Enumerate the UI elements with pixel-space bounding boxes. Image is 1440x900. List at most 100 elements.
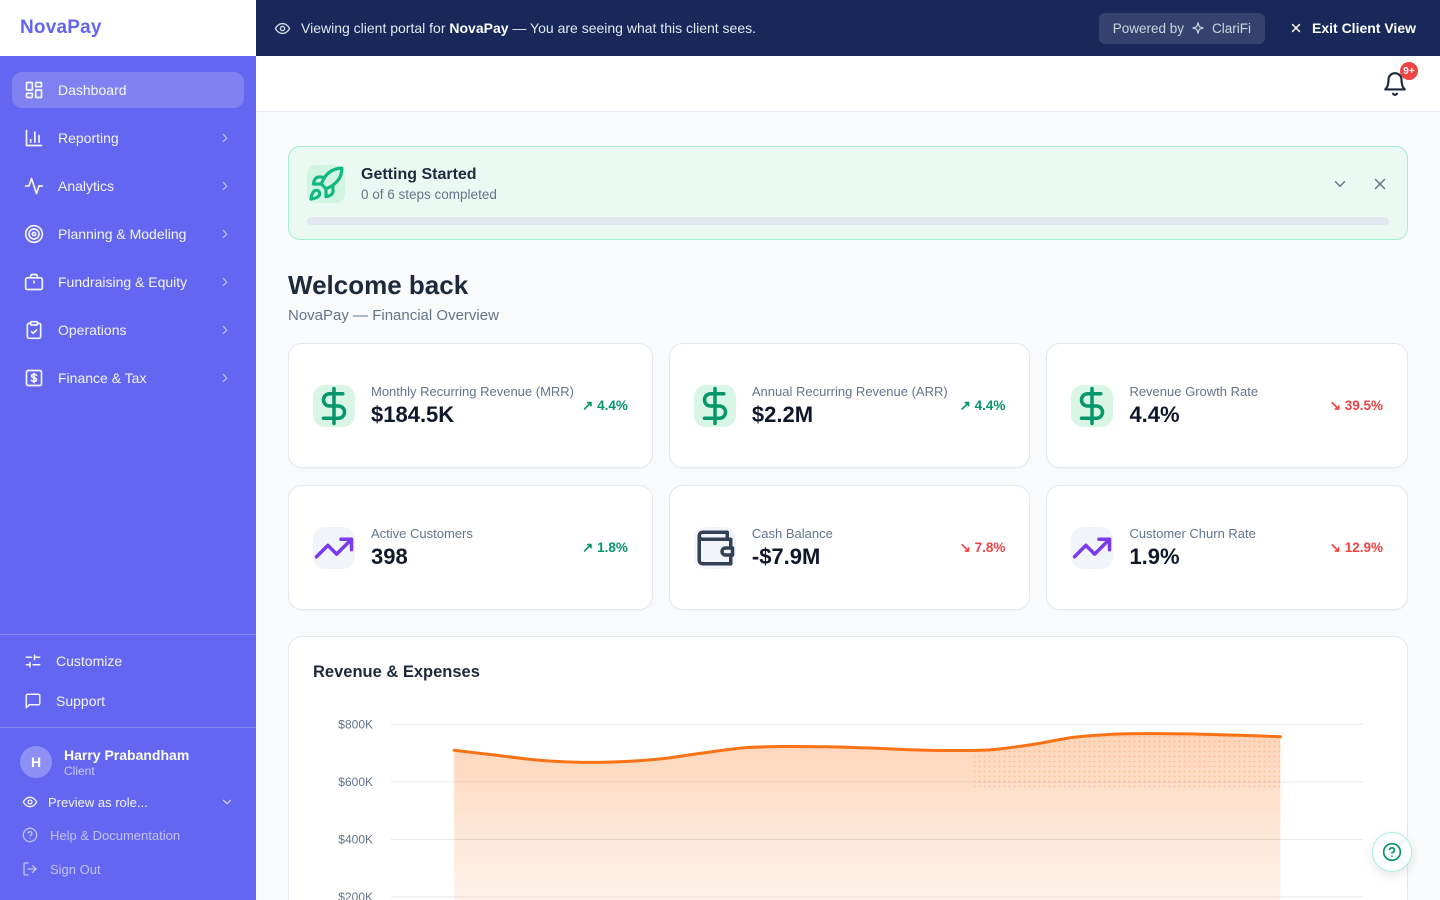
trending-up-icon — [313, 526, 355, 569]
kpi-label: Cash Balance — [751, 525, 833, 541]
kpi-label: Customer Churn Rate — [1129, 525, 1256, 541]
sidebar-item-analytics[interactable]: Analytics — [12, 168, 244, 204]
banner-message: Viewing client portal for NovaPay — You … — [301, 20, 757, 36]
divider — [0, 634, 256, 635]
sidebar-item-label: Dashboard — [58, 82, 127, 98]
trend-up-icon: ↗ — [582, 397, 594, 413]
main-content: Getting Started 0 of 6 steps completed W… — [256, 112, 1440, 900]
kpi-value: $2.2M — [751, 401, 814, 427]
kpi-card-churn-rate: Customer Churn Rate 1.9% ↘ 12.9% — [1046, 485, 1408, 610]
kpi-label: Monthly Recurring Revenue (MRR) — [371, 383, 575, 399]
kpi-label: Active Customers — [371, 525, 473, 541]
trend-down-icon: ↘ — [1329, 397, 1341, 413]
sidebar-item-label: Sign Out — [50, 861, 101, 877]
sidebar-item-label: Finance & Tax — [58, 370, 147, 386]
bar-chart-icon — [24, 128, 44, 148]
dashboard-grid-icon — [24, 80, 44, 100]
close-icon — [1289, 21, 1303, 35]
kpi-delta: ↗ 4.4% — [582, 397, 628, 413]
dollar-square-icon — [24, 368, 44, 388]
sidebar-item-label: Planning & Modeling — [58, 226, 187, 242]
page-title: Welcome back — [288, 270, 469, 300]
logout-icon — [22, 861, 38, 877]
kpi-value: -$7.9M — [751, 543, 821, 569]
page-subtitle: NovaPay — Financial Overview — [288, 307, 499, 324]
getting-started-title: Getting Started — [361, 166, 477, 183]
sidebar-item-label: Help & Documentation — [50, 827, 181, 843]
sidebar: NovaPay Dashboard Reporting Analytics Pl… — [0, 0, 256, 900]
dollar-icon — [693, 384, 736, 427]
sidebar-logo-area: NovaPay — [0, 0, 256, 56]
avatar: H — [20, 746, 52, 778]
client-view-banner: Viewing client portal for NovaPay — You … — [256, 0, 1440, 56]
powered-by-badge: Powered by ClariFi — [1098, 12, 1265, 44]
chevron-right-icon — [218, 275, 232, 289]
kpi-value: $184.5K — [371, 401, 455, 427]
preview-as-role-select[interactable]: Preview as role... — [12, 786, 244, 818]
sidebar-item-operations[interactable]: Operations — [12, 312, 244, 348]
sidebar-item-support[interactable]: Support — [12, 683, 244, 719]
svg-text:$200K: $200K — [338, 890, 373, 900]
divider — [0, 727, 256, 728]
briefcase-icon — [24, 272, 44, 292]
kpi-delta: ↘ 39.5% — [1329, 397, 1383, 413]
kpi-card-revenue-growth: Revenue Growth Rate 4.4% ↘ 39.5% — [1046, 343, 1408, 468]
sidebar-item-label: Analytics — [58, 178, 115, 194]
eye-icon — [22, 794, 38, 810]
collapse-button[interactable] — [1331, 175, 1349, 193]
kpi-value: 1.9% — [1129, 543, 1180, 569]
close-icon — [1374, 178, 1386, 190]
sidebar-nav: Dashboard Reporting Analytics Planning &… — [0, 56, 256, 396]
notification-count-badge: 9+ — [1400, 62, 1418, 80]
kpi-delta: ↗ 4.4% — [959, 397, 1006, 413]
svg-text:$800K: $800K — [338, 717, 373, 731]
sidebar-item-fundraising-equity[interactable]: Fundraising & Equity — [12, 264, 244, 300]
kpi-value: 4.4% — [1129, 401, 1180, 427]
sidebar-item-customize[interactable]: Customize — [12, 643, 244, 679]
question-circle-icon — [1382, 842, 1402, 862]
target-icon — [24, 224, 44, 244]
chart-title: Revenue & Expenses — [313, 663, 480, 681]
sidebar-item-reporting[interactable]: Reporting — [12, 120, 244, 156]
chevron-right-icon — [218, 179, 232, 193]
help-fab-button[interactable] — [1372, 832, 1412, 872]
sidebar-item-label: Fundraising & Equity — [58, 274, 188, 290]
sidebar-footer: Customize Support H Harry Prabandham Cli… — [0, 626, 256, 900]
chart-area: $800K $600K $400K $200K — [313, 710, 1383, 900]
help-circle-icon — [22, 827, 38, 843]
sidebar-item-label: Support — [56, 693, 106, 709]
kpi-delta: ↗ 1.8% — [582, 539, 628, 555]
chevron-down-icon — [220, 795, 234, 809]
kpi-card-arr: Annual Recurring Revenue (ARR) $2.2M ↗ 4… — [668, 343, 1031, 468]
notifications-button[interactable]: 9+ — [1382, 62, 1418, 97]
user-name: Harry Prabandham — [64, 746, 190, 763]
powered-by-label: Powered by — [1112, 20, 1184, 36]
svg-text:$400K: $400K — [338, 832, 373, 846]
trend-down-icon: ↘ — [1329, 539, 1341, 555]
chevron-right-icon — [218, 227, 232, 241]
dismiss-button[interactable] — [1371, 175, 1389, 193]
dollar-icon — [1071, 384, 1114, 427]
chevron-right-icon — [218, 371, 232, 385]
activity-icon — [24, 176, 44, 196]
trending-up-icon — [1071, 526, 1114, 569]
sidebar-item-finance-tax[interactable]: Finance & Tax — [12, 360, 244, 396]
sidebar-item-sign-out[interactable]: Sign Out — [12, 852, 244, 886]
sidebar-item-help-documentation[interactable]: Help & Documentation — [12, 818, 244, 852]
kpi-card-active-customers: Active Customers 398 ↗ 1.8% — [288, 485, 653, 610]
trend-down-icon: ↘ — [959, 539, 971, 555]
app-logo: NovaPay — [20, 17, 102, 38]
sparkles-icon — [1191, 21, 1205, 35]
exit-client-view-button[interactable]: Exit Client View — [1289, 20, 1416, 36]
sidebar-item-dashboard[interactable]: Dashboard — [12, 72, 244, 108]
getting-started-progress-text: 0 of 6 steps completed — [361, 187, 497, 202]
sidebar-item-planning-modeling[interactable]: Planning & Modeling — [12, 216, 244, 252]
svg-text:$600K: $600K — [338, 775, 373, 789]
sidebar-item-label: Customize — [56, 653, 123, 669]
user-info: H Harry Prabandham Client — [12, 736, 244, 786]
message-square-icon — [24, 692, 42, 710]
brand-name: ClariFi — [1212, 20, 1251, 36]
chevron-down-icon — [1334, 181, 1346, 187]
kpi-grid: Monthly Recurring Revenue (MRR) $184.5K … — [288, 343, 1408, 610]
wallet-icon — [693, 526, 736, 569]
